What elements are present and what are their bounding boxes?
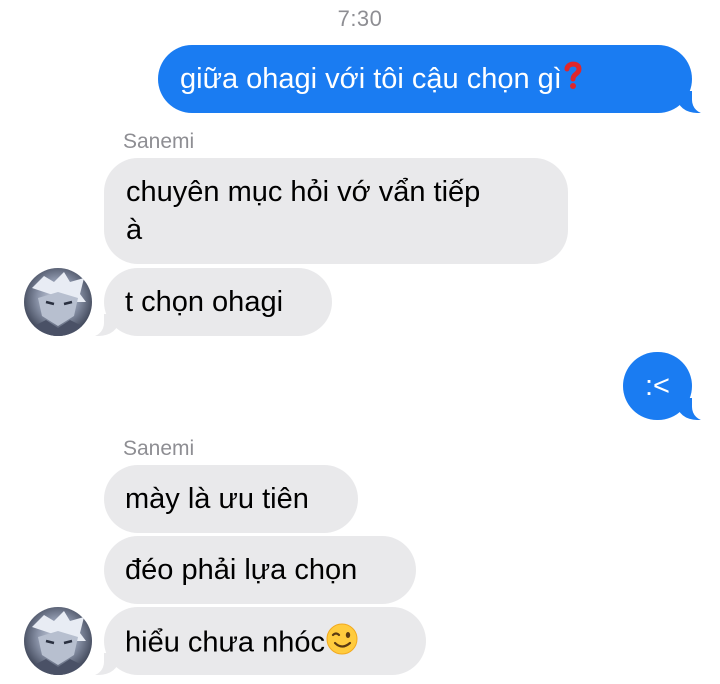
message-incoming-2[interactable]: t chọn ohagi bbox=[82, 268, 332, 337]
chat-timestamp: 7:30 bbox=[337, 6, 383, 31]
message-text: mày là ưu tiên bbox=[125, 483, 309, 515]
message-text: đéo phải lựa chọn bbox=[125, 554, 358, 586]
message-text: t chọn ohagi bbox=[125, 286, 284, 318]
avatar[interactable] bbox=[24, 607, 92, 675]
message-text-line: à bbox=[126, 214, 143, 246]
message-incoming-1[interactable]: chuyên mục hỏi vớ vẩn tiếp à bbox=[104, 158, 568, 264]
message-text-line: chuyên mục hỏi vớ vẩn tiếp bbox=[126, 176, 481, 208]
message-incoming-5[interactable]: hiểu chưa nhóc bbox=[82, 607, 426, 676]
message-outgoing-2[interactable]: :< bbox=[623, 352, 714, 421]
winking-face-icon bbox=[325, 622, 359, 666]
message-text: :< bbox=[645, 370, 670, 402]
sender-name: Sanemi bbox=[123, 130, 195, 153]
message-text: hiểu chưa nhóc bbox=[125, 626, 325, 659]
message-outgoing-1[interactable]: giữa ohagi với tôi cậu chọn gì bbox=[158, 45, 714, 114]
message-incoming-4[interactable]: đéo phải lựa chọn bbox=[104, 536, 416, 604]
message-text: giữa ohagi với tôi cậu chọn gì bbox=[180, 63, 562, 95]
sender-name: Sanemi bbox=[123, 437, 195, 460]
red-question-mark-icon bbox=[562, 60, 584, 100]
message-incoming-3[interactable]: mày là ưu tiên bbox=[104, 465, 358, 533]
avatar[interactable] bbox=[24, 268, 92, 336]
